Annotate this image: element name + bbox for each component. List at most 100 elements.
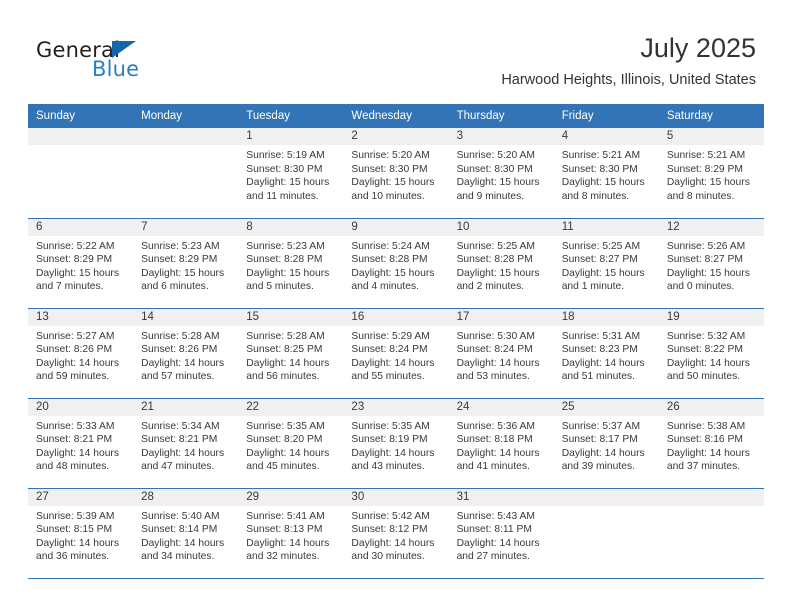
calendar-day-cell[interactable]: 24 Sunrise: 5:36 AM Sunset: 8:18 PM Dayligh… bbox=[448, 397, 554, 488]
daylight-text: Daylight: 14 hours and 34 minutes. bbox=[141, 537, 225, 563]
day-cell-inner: 11 Sunrise: 5:25 AM Sunset: 8:27 PM Dayligh… bbox=[553, 218, 659, 308]
sunset-text: Sunset: 8:30 PM bbox=[561, 163, 638, 175]
calendar-day-cell[interactable]: 16 Sunrise: 5:29 AM Sunset: 8:24 PM Dayligh… bbox=[343, 307, 449, 398]
calendar-day-cell[interactable]: 29 Sunrise: 5:41 AM Sunset: 8:13 PM Dayligh… bbox=[238, 487, 344, 579]
day-cell-inner bbox=[658, 488, 764, 578]
calendar-day-cell[interactable]: 5 Sunrise: 5:21 AM Sunset: 8:29 PM Daylight… bbox=[658, 128, 764, 218]
calendar-day-cell[interactable]: 22 Sunrise: 5:35 AM Sunset: 8:20 PM Dayligh… bbox=[238, 397, 344, 488]
sunset-text: Sunset: 8:11 PM bbox=[456, 524, 532, 536]
sunrise-text: Sunrise: 5:25 AM bbox=[456, 240, 535, 252]
sunset-text: Sunset: 8:27 PM bbox=[561, 254, 638, 266]
sunset-text: Sunset: 8:24 PM bbox=[456, 344, 533, 356]
calendar-day-cell[interactable]: 31 Sunrise: 5:43 AM Sunset: 8:11 PM Dayligh… bbox=[448, 487, 554, 579]
calendar-day-cell[interactable]: 9 Sunrise: 5:24 AM Sunset: 8:28 PM Daylight… bbox=[343, 217, 449, 308]
sunset-text: Sunset: 8:17 PM bbox=[561, 434, 638, 446]
day-number: 21 bbox=[133, 398, 239, 416]
calendar-day-cell[interactable]: 26 Sunrise: 5:38 AM Sunset: 8:16 PM Dayligh… bbox=[658, 397, 764, 488]
day-number: 23 bbox=[343, 398, 449, 416]
calendar-day-cell[interactable]: 17 Sunrise: 5:30 AM Sunset: 8:24 PM Dayligh… bbox=[448, 307, 554, 398]
calendar-day-cell[interactable]: 18 Sunrise: 5:31 AM Sunset: 8:23 PM Dayligh… bbox=[553, 307, 659, 398]
sunrise-text: Sunrise: 5:23 AM bbox=[246, 240, 325, 252]
calendar-day-cell[interactable]: 30 Sunrise: 5:42 AM Sunset: 8:12 PM Dayligh… bbox=[343, 487, 449, 579]
sunset-text: Sunset: 8:21 PM bbox=[36, 434, 113, 446]
day-number: 8 bbox=[238, 218, 344, 236]
calendar-day-cell[interactable]: 27 Sunrise: 5:39 AM Sunset: 8:15 PM Dayligh… bbox=[28, 487, 134, 579]
page-title: July 2025 bbox=[640, 33, 756, 63]
day-number bbox=[28, 128, 134, 145]
day-cell-inner: 26 Sunrise: 5:38 AM Sunset: 8:16 PM Dayligh… bbox=[658, 398, 764, 488]
day-cell-inner: 23 Sunrise: 5:35 AM Sunset: 8:19 PM Dayligh… bbox=[343, 398, 449, 488]
day-number: 3 bbox=[448, 128, 554, 145]
calendar-day-cell[interactable]: 19 Sunrise: 5:32 AM Sunset: 8:22 PM Dayligh… bbox=[658, 307, 764, 398]
calendar-day-cell-empty bbox=[28, 128, 134, 218]
day-number: 5 bbox=[658, 128, 764, 145]
weekday-header-saturday: Saturday bbox=[658, 104, 764, 128]
day-number: 9 bbox=[343, 218, 449, 236]
calendar-day-cell[interactable]: 14 Sunrise: 5:28 AM Sunset: 8:26 PM Dayligh… bbox=[133, 307, 239, 398]
sunrise-text: Sunrise: 5:25 AM bbox=[561, 240, 641, 252]
calendar-day-cell[interactable]: 6 Sunrise: 5:22 AM Sunset: 8:29 PM Daylight… bbox=[28, 217, 134, 308]
day-cell-inner: 14 Sunrise: 5:28 AM Sunset: 8:26 PM Dayligh… bbox=[133, 308, 239, 398]
location-subtitle: Harwood Heights, Illinois, United States bbox=[501, 72, 756, 88]
daylight-text: Daylight: 14 hours and 55 minutes. bbox=[351, 357, 435, 383]
calendar-day-cell[interactable]: 11 Sunrise: 5:25 AM Sunset: 8:27 PM Dayligh… bbox=[553, 217, 659, 308]
day-cell-inner: 21 Sunrise: 5:34 AM Sunset: 8:21 PM Dayligh… bbox=[133, 398, 239, 488]
day-cell-inner: 8 Sunrise: 5:23 AM Sunset: 8:28 PM Daylight… bbox=[238, 218, 344, 308]
triangle-flag-icon bbox=[112, 41, 136, 58]
calendar-day-cell[interactable]: 13 Sunrise: 5:27 AM Sunset: 8:26 PM Dayligh… bbox=[28, 307, 134, 398]
day-details: Sunrise: 5:35 AM Sunset: 8:20 PM Daylight:… bbox=[238, 416, 343, 474]
day-details: Sunrise: 5:36 AM Sunset: 8:18 PM Daylight:… bbox=[449, 416, 554, 474]
calendar-day-cell[interactable]: 10 Sunrise: 5:25 AM Sunset: 8:28 PM Dayligh… bbox=[448, 217, 554, 308]
day-number: 4 bbox=[553, 128, 659, 145]
calendar-day-cell[interactable]: 8 Sunrise: 5:23 AM Sunset: 8:28 PM Daylight… bbox=[238, 217, 344, 308]
calendar-week-row: 13 Sunrise: 5:27 AM Sunset: 8:26 PM Dayligh… bbox=[28, 307, 764, 398]
day-details: Sunrise: 5:38 AM Sunset: 8:16 PM Daylight:… bbox=[659, 416, 764, 474]
calendar-day-cell[interactable]: 7 Sunrise: 5:23 AM Sunset: 8:29 PM Daylight… bbox=[133, 217, 239, 308]
day-cell-inner: 5 Sunrise: 5:21 AM Sunset: 8:29 PM Daylight… bbox=[658, 128, 764, 218]
day-details: Sunrise: 5:29 AM Sunset: 8:24 PM Daylight:… bbox=[343, 326, 448, 384]
sunrise-text: Sunrise: 5:22 AM bbox=[36, 240, 115, 252]
day-details: Sunrise: 5:37 AM Sunset: 8:17 PM Daylight:… bbox=[554, 416, 659, 474]
calendar-day-cell[interactable]: 23 Sunrise: 5:35 AM Sunset: 8:19 PM Dayligh… bbox=[343, 397, 449, 488]
weekday-header-friday: Friday bbox=[553, 104, 659, 128]
day-details: Sunrise: 5:25 AM Sunset: 8:27 PM Daylight:… bbox=[554, 236, 659, 294]
sunrise-text: Sunrise: 5:32 AM bbox=[666, 330, 746, 342]
calendar-day-cell[interactable]: 25 Sunrise: 5:37 AM Sunset: 8:17 PM Dayligh… bbox=[553, 397, 659, 488]
calendar-day-cell[interactable]: 12 Sunrise: 5:26 AM Sunset: 8:27 PM Dayligh… bbox=[658, 217, 764, 308]
sunset-text: Sunset: 8:29 PM bbox=[36, 254, 113, 266]
calendar-week-row: 27 Sunrise: 5:39 AM Sunset: 8:15 PM Dayligh… bbox=[28, 487, 764, 579]
calendar-day-cell[interactable]: 15 Sunrise: 5:28 AM Sunset: 8:25 PM Dayligh… bbox=[238, 307, 344, 398]
day-cell-inner: 30 Sunrise: 5:42 AM Sunset: 8:12 PM Dayligh… bbox=[343, 488, 449, 578]
day-cell-inner: 24 Sunrise: 5:36 AM Sunset: 8:18 PM Dayligh… bbox=[448, 398, 554, 488]
day-number: 30 bbox=[343, 488, 449, 506]
sunset-text: Sunset: 8:23 PM bbox=[561, 344, 638, 356]
sunset-text: Sunset: 8:14 PM bbox=[141, 524, 218, 536]
day-number: 28 bbox=[133, 488, 239, 506]
day-number: 27 bbox=[28, 488, 134, 506]
daylight-text: Daylight: 14 hours and 48 minutes. bbox=[36, 447, 119, 473]
calendar-day-cell[interactable]: 20 Sunrise: 5:33 AM Sunset: 8:21 PM Dayligh… bbox=[28, 397, 134, 488]
sunrise-text: Sunrise: 5:21 AM bbox=[666, 150, 746, 161]
day-number: 22 bbox=[238, 398, 344, 416]
calendar-day-cell[interactable]: 2 Sunrise: 5:20 AM Sunset: 8:30 PM Daylight… bbox=[343, 128, 449, 218]
sunset-text: Sunset: 8:28 PM bbox=[246, 254, 323, 266]
day-details: Sunrise: 5:20 AM Sunset: 8:30 PM Daylight:… bbox=[449, 145, 554, 203]
calendar-day-cell[interactable]: 3 Sunrise: 5:20 AM Sunset: 8:30 PM Daylight… bbox=[448, 128, 554, 218]
calendar-day-cell[interactable]: 28 Sunrise: 5:40 AM Sunset: 8:14 PM Dayligh… bbox=[133, 487, 239, 579]
daylight-text: Daylight: 15 hours and 9 minutes. bbox=[456, 177, 540, 202]
weekday-header-wednesday: Wednesday bbox=[343, 104, 449, 128]
day-cell-inner: 15 Sunrise: 5:28 AM Sunset: 8:25 PM Dayligh… bbox=[238, 308, 344, 398]
day-details: Sunrise: 5:42 AM Sunset: 8:12 PM Daylight:… bbox=[343, 506, 448, 564]
daylight-text: Daylight: 14 hours and 27 minutes. bbox=[456, 537, 540, 563]
day-cell-inner: 19 Sunrise: 5:32 AM Sunset: 8:22 PM Dayligh… bbox=[658, 308, 764, 398]
day-cell-inner bbox=[553, 488, 659, 578]
daylight-text: Daylight: 15 hours and 2 minutes. bbox=[456, 267, 540, 293]
day-details: Sunrise: 5:34 AM Sunset: 8:21 PM Daylight:… bbox=[133, 416, 238, 474]
day-details: Sunrise: 5:26 AM Sunset: 8:27 PM Daylight:… bbox=[659, 236, 764, 294]
sunrise-text: Sunrise: 5:35 AM bbox=[351, 420, 430, 432]
daylight-text: Daylight: 14 hours and 50 minutes. bbox=[666, 357, 750, 383]
sunrise-text: Sunrise: 5:40 AM bbox=[141, 510, 220, 522]
calendar-day-cell[interactable]: 1 Sunrise: 5:19 AM Sunset: 8:30 PM Daylight… bbox=[238, 128, 344, 218]
calendar-day-cell[interactable]: 4 Sunrise: 5:21 AM Sunset: 8:30 PM Daylight… bbox=[553, 128, 659, 218]
calendar-day-cell[interactable]: 21 Sunrise: 5:34 AM Sunset: 8:21 PM Dayligh… bbox=[133, 397, 239, 488]
